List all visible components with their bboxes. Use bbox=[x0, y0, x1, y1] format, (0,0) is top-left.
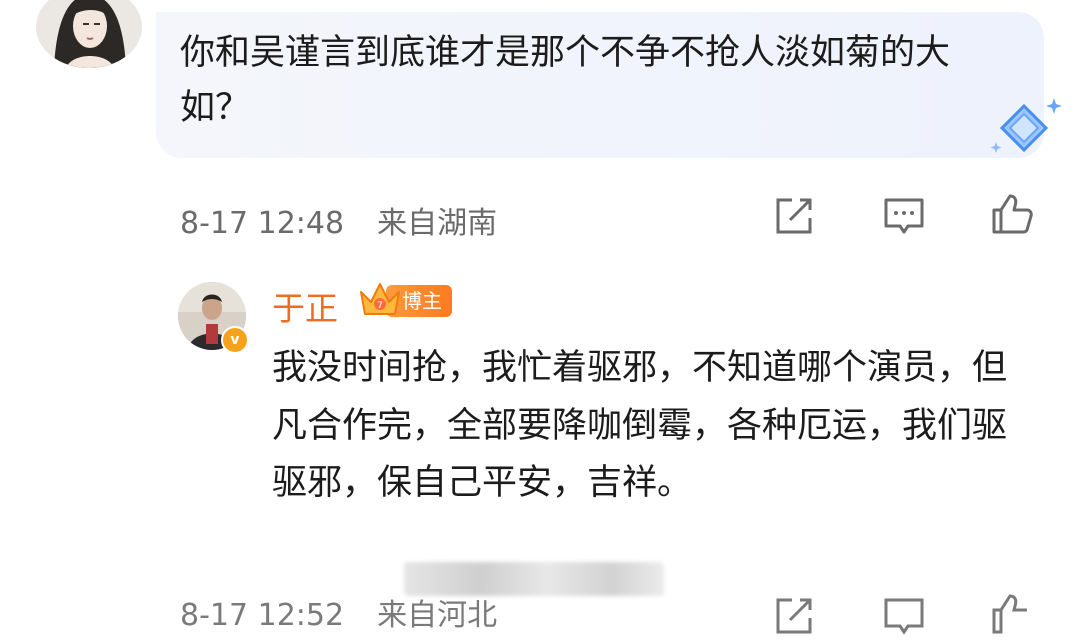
verified-badge: v bbox=[221, 326, 249, 354]
comment-icon[interactable] bbox=[882, 194, 926, 238]
comment-date: 8-17 12:48 bbox=[180, 206, 345, 241]
reply-location: 来自河北 bbox=[377, 598, 498, 633]
blogger-tag-label: 博主 bbox=[402, 289, 442, 313]
reply-text: 我没时间抢，我忙着驱邪，不知道哪个演员，但凡合作完，全部要降咖倒霉，各种厄运，我… bbox=[272, 348, 1008, 503]
commenter-avatar[interactable] bbox=[36, 0, 142, 68]
reply-username[interactable]: 于正 bbox=[272, 282, 338, 330]
comment-icon[interactable] bbox=[882, 594, 926, 638]
share-icon[interactable] bbox=[772, 594, 816, 638]
comment-text: 你和吴谨言到底谁才是那个不争不抢人淡如菊的大如？ bbox=[180, 33, 951, 128]
comment-meta: 8-17 12:48 来自湖南 bbox=[180, 198, 497, 242]
comment-location: 来自湖南 bbox=[377, 206, 498, 241]
like-icon[interactable] bbox=[990, 192, 1034, 236]
share-icon[interactable] bbox=[772, 194, 816, 238]
like-icon[interactable] bbox=[990, 592, 1034, 636]
diamond-sticker-icon bbox=[986, 92, 1062, 162]
crown-icon: 7 bbox=[357, 280, 403, 320]
reply-date: 8-17 12:52 bbox=[180, 598, 345, 633]
svg-text:7: 7 bbox=[377, 301, 383, 311]
reply-meta: 8-17 12:52 来自河北 bbox=[180, 590, 497, 634]
